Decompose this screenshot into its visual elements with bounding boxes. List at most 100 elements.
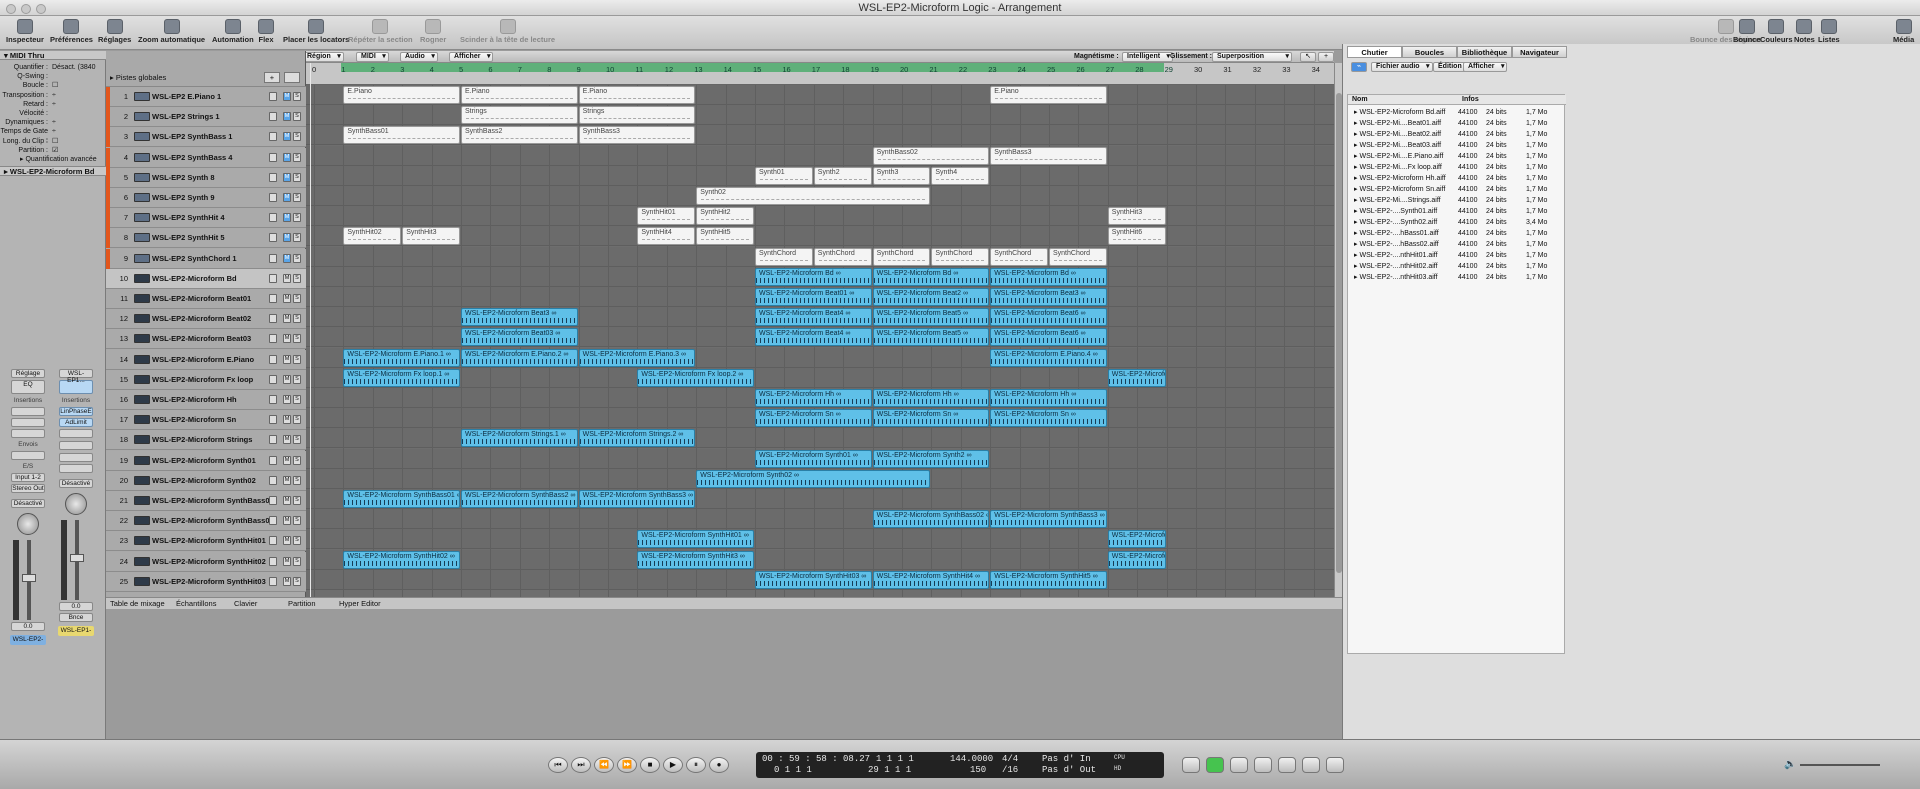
rewind-button[interactable]: ⏪ <box>594 757 614 773</box>
record-enable-button[interactable] <box>269 233 277 243</box>
track-header[interactable]: 2 WSL-EP2 Strings 1 MS <box>106 107 306 128</box>
output-slot[interactable] <box>59 464 93 473</box>
audio-region[interactable]: WSL-EP2-Microform SynthHit5 ∞ <box>990 570 1107 589</box>
go-to-start-button[interactable]: ⏮ <box>548 757 568 773</box>
audio-region[interactable]: WSL-EP2-Microform E.Piano.3 ∞ <box>578 348 696 367</box>
browser-tab-biblioth-que[interactable]: Bibliothèque <box>1457 46 1512 58</box>
param-boucle[interactable]: Boucle : ☐ <box>0 81 106 90</box>
lcd-display[interactable]: 00 : 59 : 58 : 08.27 0 1 1 1 1 1 1 1 29 … <box>756 752 1164 778</box>
pointer-tool[interactable]: ↖ <box>1300 52 1316 62</box>
track-header[interactable]: 23 WSL-EP2-Microform SynthHit01 M S <box>106 531 306 552</box>
audio-region[interactable]: WSL-EP2-Microform Beat6 ∞ <box>990 328 1107 347</box>
input-slot[interactable]: Input 1-2 <box>11 473 45 482</box>
track-header[interactable]: 3 WSL-EP2 SynthBass 1 MS <box>106 127 306 148</box>
midi-region[interactable]: SynthHit3 <box>1107 207 1166 226</box>
volume-fader[interactable] <box>11 540 45 620</box>
m-dia-button[interactable]: Média <box>1893 19 1914 44</box>
tune-button[interactable] <box>1302 757 1320 773</box>
track-name[interactable]: WSL-EP2-Microform SynthBass01 <box>152 491 274 511</box>
param-temps-de-gate[interactable]: Temps de Gate : ÷ <box>0 127 106 144</box>
track-name[interactable]: WSL-EP2 Synth 9 <box>152 188 215 208</box>
mute-button[interactable]: M <box>283 576 291 586</box>
track-header[interactable]: 13 WSL-EP2-Microform Beat03 M S <box>106 329 306 350</box>
bin-file-row[interactable]: ▸ WSL-EP2-Mi....Beat02.aiff 44100 24 bits 1… <box>1348 129 1566 140</box>
scinder-la-t-te-de-lecture-button[interactable]: Scinder à la tête de lecture <box>460 19 555 44</box>
record-enable-button[interactable] <box>269 415 277 425</box>
mute-button[interactable]: M <box>283 415 291 425</box>
midi-region[interactable]: SynthBass2 <box>461 126 578 145</box>
audio-region[interactable]: WSL-EP2-Microform Fx loop.1 ∞ <box>343 368 460 387</box>
midi-region[interactable]: Strings <box>461 106 578 125</box>
solo-button[interactable]: S <box>293 233 301 243</box>
audio-region[interactable]: WSL-EP2-Microform Bd ∞ <box>755 267 872 286</box>
record-enable-button[interactable] <box>269 172 277 182</box>
midi-region[interactable]: SynthBass3 <box>578 126 696 145</box>
record-enable-button[interactable] <box>269 213 277 223</box>
insert-slot-3[interactable] <box>59 429 93 438</box>
audio-region[interactable]: WSL-EP2-Microform SynthHit3 ∞ <box>637 550 754 569</box>
pr-f-rences-button[interactable]: Préférences <box>50 19 93 44</box>
audio-region[interactable]: WSL-EP2-Microform SynthBass3 ∞ <box>990 510 1107 529</box>
bar-ruler[interactable]: 0 1 2 3 4 5 6 7 8 9 10 11 12 13 14 15 16 17 18 19 20 21 22 23 24… <box>306 63 1334 85</box>
midi-region[interactable]: E.Piano <box>578 86 696 104</box>
mute-button[interactable]: M <box>283 294 291 303</box>
audio-region[interactable]: WSL-EP2-Microform SynthBass2 ∞ <box>461 490 578 508</box>
param-long-du-clip[interactable]: Long. du Clip : ☐ <box>0 137 106 146</box>
arrange-area[interactable]: 0 1 2 3 4 5 6 7 8 9 10 11 12 13 14 15 16 17 18 19 20 21 22 23 24… <box>306 63 1334 597</box>
r-p-ter-la-section-button[interactable]: Répéter la section <box>348 19 413 44</box>
audio-region[interactable]: WSL-EP2-Microform Beat3 ∞ <box>461 308 578 327</box>
param-partition[interactable]: Partition : ☑ <box>0 146 106 155</box>
audio-region[interactable]: WSL-EP2-Microform Fx loop.2 ∞ <box>637 368 754 387</box>
insert-slot-2[interactable]: AdLimit <box>59 418 93 427</box>
audio-region[interactable]: WSL-EP2-Microform Beat5 ∞ <box>872 328 990 347</box>
mute-button[interactable]: M <box>283 395 291 404</box>
folder-button[interactable] <box>284 72 300 83</box>
midi-region[interactable]: SynthChord <box>755 247 813 266</box>
track-name[interactable]: WSL-EP2-Microform Synth02 <box>152 471 256 491</box>
midi-region[interactable]: Synth2 <box>813 166 872 185</box>
lcd-signature[interactable]: 4/4 <box>1002 754 1018 764</box>
inspecteur-button[interactable]: Inspecteur <box>6 19 44 44</box>
audio-region[interactable]: WSL-EP2-Microform Beat3 ∞ <box>990 288 1107 306</box>
mute-button[interactable]: M <box>283 516 291 526</box>
midi-region[interactable]: SynthBass3 <box>990 146 1107 165</box>
solo-button[interactable]: S <box>293 213 301 223</box>
mute-button[interactable]: M <box>283 556 291 566</box>
mute-button[interactable]: M <box>283 455 291 465</box>
mute-button[interactable]: M <box>283 172 291 182</box>
param-value[interactable]: ÷ <box>52 91 56 100</box>
track-header[interactable]: 24 WSL-EP2-Microform SynthHit02 M S <box>106 551 306 572</box>
track-name[interactable]: WSL-EP2-Microform SynthHit02 <box>152 552 266 572</box>
insert-slot-3[interactable] <box>11 429 45 438</box>
midi-region[interactable]: E.Piano <box>461 86 578 104</box>
loop-button[interactable] <box>1206 757 1224 773</box>
track-name[interactable]: WSL-EP2 Strings 1 <box>152 107 220 127</box>
fader-cap[interactable] <box>22 574 36 582</box>
pan-knob[interactable] <box>65 493 87 515</box>
record-enable-button[interactable] <box>269 314 277 324</box>
track-header[interactable]: 15 WSL-EP2-Microform Fx loop M S <box>106 369 306 390</box>
audio-region[interactable]: WSL-EP2-Microform SynthHit03 ∞ <box>755 570 872 589</box>
track-name[interactable]: WSL-EP2 SynthHit 5 <box>152 228 225 248</box>
automation-mode[interactable]: Désactivé <box>59 479 93 488</box>
track-name[interactable]: WSL-EP2 SynthBass 1 <box>152 127 232 147</box>
playhead[interactable] <box>310 63 311 597</box>
browser-menu-afficher[interactable]: Afficher <box>1463 62 1508 72</box>
drag-select[interactable]: Superposition <box>1212 52 1292 62</box>
track-name[interactable]: WSL-EP2-Microform SynthBass02 <box>152 511 274 531</box>
menu-audio[interactable]: Audio <box>400 52 438 62</box>
bin-file-row[interactable]: ▸ WSL-EP2-Microform Bd.aiff 44100 24 bits 1… <box>1348 107 1566 118</box>
midi-region[interactable]: SynthHit02 <box>343 227 402 246</box>
midi-region[interactable]: Strings <box>578 106 696 125</box>
audio-region[interactable]: WSL-EP2-Microform Beat4 ∞ <box>755 308 872 327</box>
track-name[interactable]: WSL-EP2-Microform Sn <box>152 410 236 430</box>
audio-region[interactable]: WSL-EP2-Microform E.Piano.2 ∞ <box>461 348 578 367</box>
record-enable-button[interactable] <box>269 475 277 485</box>
audio-region[interactable]: WSL-EP2-Microform Sn ∞ <box>755 409 872 428</box>
track-name[interactable]: WSL-EP2-Microform Beat01 <box>152 289 251 309</box>
solo-button[interactable]: S <box>293 172 301 182</box>
record-enable-button[interactable] <box>269 334 277 344</box>
bin-file-row[interactable]: ▸ WSL-EP2-....Synth02.aiff 44100 24 bits 3,… <box>1348 217 1566 228</box>
bounce-button[interactable]: Bounce <box>1733 19 1761 44</box>
pan-knob[interactable] <box>17 513 39 535</box>
